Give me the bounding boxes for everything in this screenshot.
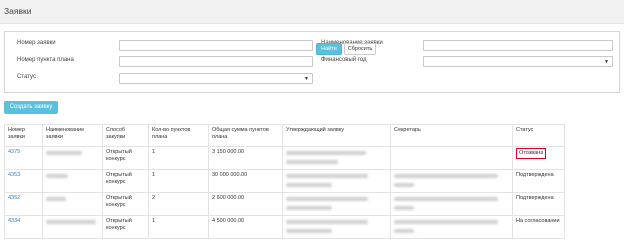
financial-year-label: Финансовый год xyxy=(321,57,367,63)
items-count: 1 xyxy=(148,169,209,193)
procurement-method: Открытый конкурс xyxy=(102,215,149,239)
redacted-approver xyxy=(282,169,391,193)
reset-button[interactable]: Сбросить xyxy=(344,43,376,55)
status-cell: Отозвана xyxy=(512,146,565,170)
table-header-row: Номер заявки Наименование заявки Способ … xyxy=(4,124,565,147)
column-header[interactable]: Утверждающий заявку xyxy=(282,124,391,147)
plan-item-number-label: Номер пункта плана xyxy=(17,57,74,63)
find-button[interactable]: Найти xyxy=(316,43,342,55)
redacted-approver xyxy=(282,215,391,239)
table-row[interactable]: 4334 Открытый конкурс 1 4 500 000.00 На … xyxy=(4,215,565,239)
redacted-secretary xyxy=(390,215,513,239)
table-row[interactable]: 4353 Открытый конкурс 1 30 000 000.00 По… xyxy=(4,169,565,193)
procurement-method: Открытый конкурс xyxy=(102,192,149,216)
request-number-label: Номер заявки xyxy=(17,40,56,46)
request-number-link[interactable]: 4334 xyxy=(4,215,43,239)
page-title: Заявки xyxy=(4,6,32,16)
status-cell: На согласовании xyxy=(512,215,565,239)
items-count: 2 xyxy=(148,192,209,216)
items-count: 1 xyxy=(148,146,209,170)
redacted-name xyxy=(42,146,103,170)
column-header[interactable]: Секретарь xyxy=(390,124,513,147)
redacted-secretary xyxy=(390,192,513,216)
status-select[interactable]: ▼ xyxy=(119,73,313,84)
redacted-name xyxy=(42,192,103,216)
chevron-down-icon: ▼ xyxy=(604,59,609,65)
request-name-input[interactable] xyxy=(423,40,613,51)
total-amount: 3 150 000.00 xyxy=(208,146,283,170)
redacted-secretary xyxy=(390,146,513,170)
column-header[interactable]: Способ закупки xyxy=(102,124,149,147)
status-highlight: Отозвана xyxy=(516,148,547,159)
column-header[interactable]: Общая сумма пунктов плана xyxy=(208,124,283,147)
column-header[interactable]: Статус xyxy=(512,124,565,147)
filter-panel: Номер заявки Номер пункта плана Статус ▼… xyxy=(4,31,620,93)
plan-item-number-input[interactable] xyxy=(119,56,313,67)
table-row[interactable]: 4352 Открытый конкурс 2 2 600 000.00 Под… xyxy=(4,192,565,216)
total-amount: 4 500 000.00 xyxy=(208,215,283,239)
table-row[interactable]: 4375 Открытый конкурс 1 3 150 000.00 Ото… xyxy=(4,146,565,170)
procurement-method: Открытый конкурс xyxy=(102,169,149,193)
column-header[interactable]: Наименование заявки xyxy=(42,124,103,147)
page-header: Заявки xyxy=(0,0,624,24)
column-header[interactable]: Номер заявки xyxy=(4,124,43,147)
redacted-name xyxy=(42,215,103,239)
request-number-link[interactable]: 4375 xyxy=(4,146,43,170)
chevron-down-icon: ▼ xyxy=(304,76,309,82)
request-number-link[interactable]: 4352 xyxy=(4,192,43,216)
items-count: 1 xyxy=(148,215,209,239)
total-amount: 30 000 000.00 xyxy=(208,169,283,193)
financial-year-select[interactable]: ▼ xyxy=(423,56,613,67)
total-amount: 2 600 000.00 xyxy=(208,192,283,216)
redacted-approver xyxy=(282,146,391,170)
redacted-approver xyxy=(282,192,391,216)
status-cell: Подтверждена xyxy=(512,169,565,193)
status-cell: Подтверждена xyxy=(512,192,565,216)
column-header[interactable]: Кол-во пунктов плана xyxy=(148,124,209,147)
request-number-link[interactable]: 4353 xyxy=(4,169,43,193)
create-request-button[interactable]: Создать заявку xyxy=(4,101,58,114)
redacted-name xyxy=(42,169,103,193)
procurement-method: Открытый конкурс xyxy=(102,146,149,170)
requests-table: Номер заявки Наименование заявки Способ … xyxy=(4,124,565,239)
status-label: Статус xyxy=(17,74,36,80)
request-number-input[interactable] xyxy=(119,40,313,51)
redacted-secretary xyxy=(390,169,513,193)
